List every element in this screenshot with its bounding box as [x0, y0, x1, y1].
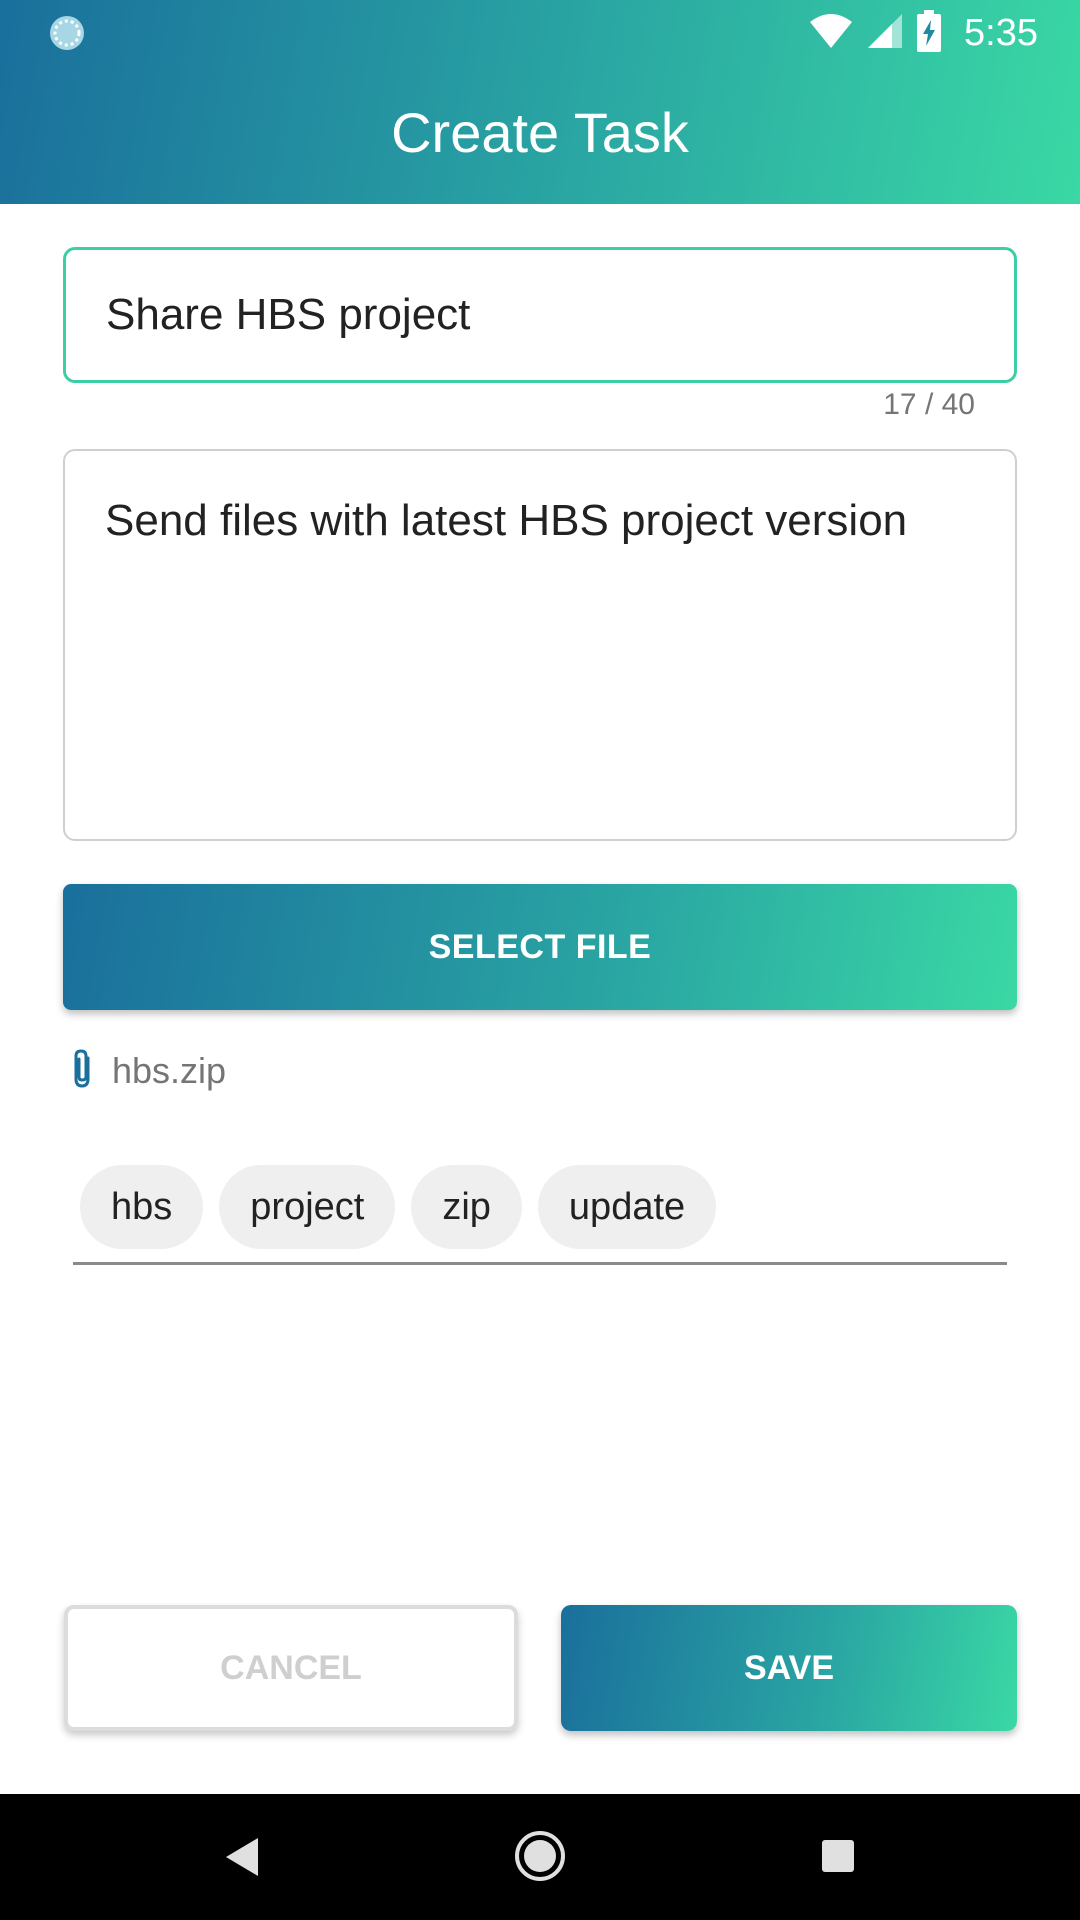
tag-chip[interactable]: hbs [80, 1165, 204, 1249]
paperclip-icon [68, 1048, 98, 1095]
select-file-label: SELECT FILE [428, 927, 652, 966]
recents-icon[interactable] [820, 1838, 856, 1874]
task-title-input[interactable]: Share HBS project [63, 247, 1017, 383]
task-title-value: Share HBS project [106, 290, 471, 339]
save-button[interactable]: SAVE [561, 1605, 1017, 1731]
back-icon[interactable] [222, 1834, 262, 1880]
status-icons: 5:35 [808, 8, 1038, 58]
navigation-bar [0, 1794, 1080, 1920]
tag-chip[interactable]: zip [411, 1165, 522, 1249]
home-icon[interactable] [514, 1830, 566, 1882]
app-header: 5:35 Create Task [0, 0, 1080, 204]
tags-underline [73, 1262, 1007, 1265]
title-char-counter: 17 / 40 [883, 388, 975, 421]
save-label: SAVE [743, 1648, 835, 1687]
task-description-value: Send files with latest HBS project versi… [105, 496, 908, 545]
status-time: 5:35 [964, 11, 1038, 54]
battery-charging-icon [916, 9, 942, 57]
attachment-item[interactable]: hbs.zip [68, 1044, 226, 1098]
task-description-input[interactable]: Send files with latest HBS project versi… [63, 449, 1017, 841]
wifi-icon [808, 12, 854, 55]
select-file-button[interactable]: SELECT FILE [63, 884, 1017, 1010]
tag-chip[interactable]: project [219, 1165, 396, 1249]
tags-input[interactable]: hbs project zip update [80, 1165, 717, 1249]
status-bar: 5:35 [0, 0, 1080, 66]
tag-chip[interactable]: update [537, 1165, 717, 1249]
cellular-signal-icon [866, 12, 904, 55]
attachment-file-name: hbs.zip [112, 1050, 227, 1091]
screen-title: Create Task [391, 101, 689, 164]
cancel-button[interactable]: CANCEL [64, 1605, 518, 1731]
sync-icon [48, 14, 86, 52]
cancel-label: CANCEL [220, 1648, 362, 1687]
